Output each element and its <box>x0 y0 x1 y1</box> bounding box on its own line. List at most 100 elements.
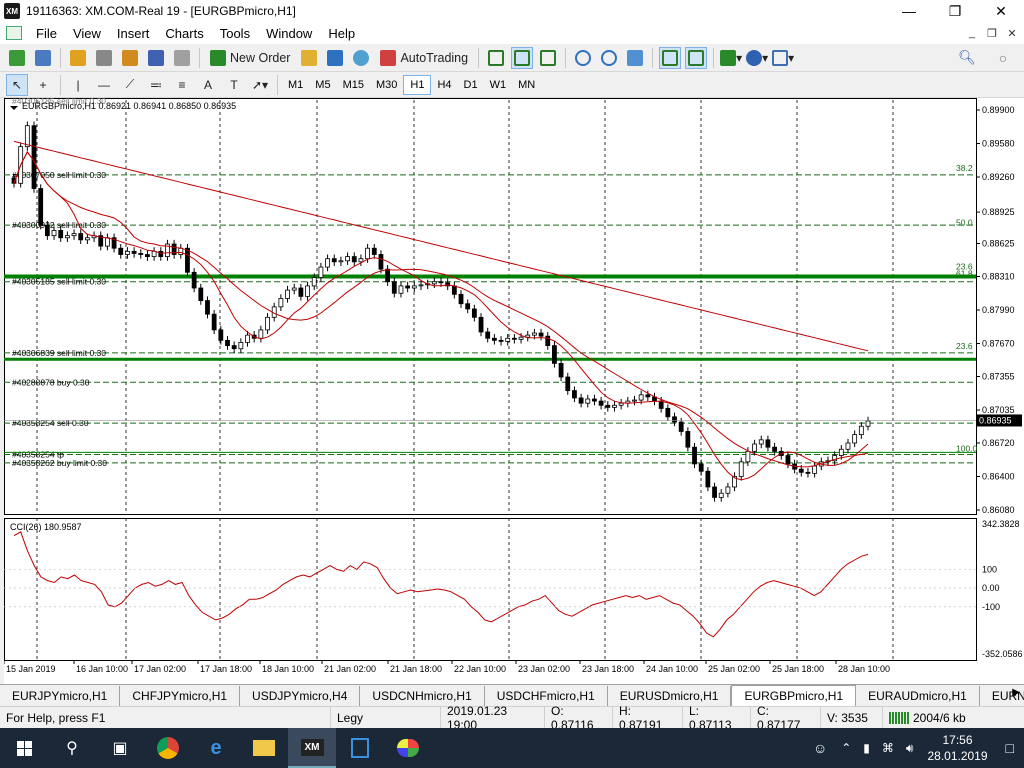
autoscroll-button[interactable] <box>659 46 682 69</box>
cursor-icon: ↖ <box>11 77 23 92</box>
new-order-button[interactable]: New Order <box>206 47 294 69</box>
trendline-button[interactable]: ⟋ <box>119 74 141 96</box>
navigator-button[interactable] <box>119 47 141 69</box>
notifications-icon[interactable]: □ <box>996 740 1024 756</box>
horizontal-line-button[interactable]: — <box>93 74 115 96</box>
terminal-button[interactable] <box>145 47 167 69</box>
chart-shift-button[interactable] <box>685 46 708 69</box>
timeframe-d1[interactable]: D1 <box>458 75 484 95</box>
bar-chart-button[interactable] <box>485 47 507 69</box>
maximize-button[interactable]: ❐ <box>932 0 978 22</box>
crosshair-icon <box>96 49 112 66</box>
metaeditor-button[interactable] <box>298 47 320 69</box>
tab-scroll-right-icon[interactable]: ▶ <box>1012 687 1020 698</box>
y-tick-label: 0.87670 <box>982 339 1015 349</box>
chevron-up-icon[interactable]: ⌃ <box>835 741 857 755</box>
tab-usdchf[interactable]: USDCHFmicro,H1 <box>485 685 608 706</box>
cursor-button[interactable]: ↖ <box>6 73 28 96</box>
close-button[interactable]: ✕ <box>978 0 1024 22</box>
timeframe-w1[interactable]: W1 <box>484 75 513 95</box>
new-chart-button[interactable] <box>6 47 28 69</box>
timeframe-m1[interactable]: M1 <box>282 75 309 95</box>
mdi-minimize-icon[interactable]: _ <box>964 26 980 40</box>
market-button[interactable] <box>350 47 372 69</box>
people-icon[interactable]: ☺ <box>805 740 835 756</box>
search-button[interactable]: 🔍︎ <box>956 47 978 69</box>
timeframe-h4[interactable]: H4 <box>431 75 457 95</box>
price-chart[interactable]: 0.89900 0.89580 0.89260 0.88925 0.88625 0.883… <box>3 96 1024 684</box>
crosshair-button[interactable]: + <box>32 74 54 96</box>
signals-button[interactable] <box>324 47 346 69</box>
indicators-button[interactable]: ▾ <box>720 47 742 69</box>
line-chart-button[interactable] <box>537 47 559 69</box>
timeframe-m5[interactable]: M5 <box>309 75 336 95</box>
tab-eurusd[interactable]: EURUSDmicro,H1 <box>608 685 732 706</box>
paint-icon <box>397 739 419 757</box>
x-tick-label: 25 Jan 02:00 <box>708 664 760 674</box>
mdi-controls: _ ❐ ✕ <box>964 22 1020 44</box>
vertical-line-button[interactable]: | <box>67 74 89 96</box>
menu-help[interactable]: Help <box>320 22 363 44</box>
tab-euraud[interactable]: EURAUDmicro,H1 <box>856 685 980 706</box>
xm-terminal-button[interactable]: XM <box>288 728 336 768</box>
data-window-button[interactable] <box>93 47 115 69</box>
templates-button[interactable]: ▾ <box>772 47 794 69</box>
menu-charts[interactable]: Charts <box>157 22 211 44</box>
zoom-out-button[interactable] <box>598 47 620 69</box>
profiles-button[interactable] <box>32 47 54 69</box>
candle-body <box>705 470 711 488</box>
start-button[interactable] <box>0 728 48 768</box>
timeframe-m15[interactable]: M15 <box>337 75 370 95</box>
candle-body <box>638 394 644 401</box>
app-button[interactable] <box>336 728 384 768</box>
tab-usdcnh[interactable]: USDCNHmicro,H1 <box>360 685 485 706</box>
minimize-button[interactable]: — <box>886 0 932 22</box>
fibonacci-button[interactable]: ≡ <box>171 74 193 96</box>
timeframe-h1[interactable]: H1 <box>403 74 432 95</box>
battery-icon[interactable]: ▮ <box>857 741 876 755</box>
menu-window[interactable]: Window <box>258 22 320 44</box>
text-button[interactable]: A <box>197 74 219 96</box>
mdi-restore-icon[interactable]: ❐ <box>984 26 1000 40</box>
menu-tools[interactable]: Tools <box>212 22 258 44</box>
tab-chfjpy[interactable]: CHFJPYmicro,H1 <box>120 685 241 706</box>
tile-windows-icon <box>627 49 644 66</box>
explorer-button[interactable] <box>240 728 288 768</box>
volume-icon[interactable]: 🔊︎ <box>900 741 920 756</box>
zoom-in-button[interactable] <box>572 47 594 69</box>
menu-insert[interactable]: Insert <box>109 22 158 44</box>
chart-window[interactable]: 0.89900 0.89580 0.89260 0.88925 0.88625 0.883… <box>3 96 1024 684</box>
candle-body <box>78 233 84 241</box>
timeframe-mn[interactable]: MN <box>512 75 541 95</box>
clock[interactable]: 17:56 28.01.2019 <box>919 732 995 764</box>
channel-button[interactable]: ≕ <box>145 74 167 96</box>
periods-button[interactable]: ▾ <box>746 47 768 69</box>
tile-windows-button[interactable] <box>624 47 646 69</box>
text-icon: A <box>203 77 212 92</box>
mdi-close-icon[interactable]: ✕ <box>1004 26 1020 40</box>
chrome-button[interactable] <box>144 728 192 768</box>
network-icon[interactable]: ⌘ <box>876 741 900 755</box>
market-watch-button[interactable] <box>67 47 89 69</box>
y-tick-label: 0.88625 <box>982 239 1015 249</box>
text-label-button[interactable]: T <box>223 74 245 96</box>
tester-button[interactable] <box>171 47 193 69</box>
menu-file[interactable]: File <box>28 22 65 44</box>
toolbar-separator <box>60 74 61 95</box>
fib-level-label: 38.2 <box>956 163 973 173</box>
tab-usdjpy[interactable]: USDJPYmicro,H4 <box>240 685 361 706</box>
candle-body <box>258 329 264 339</box>
task-view-button[interactable]: ▣ <box>96 728 144 768</box>
auto-trading-button[interactable]: AutoTrading <box>376 47 472 69</box>
signals-icon <box>327 49 344 66</box>
arrows-button[interactable]: ➚▾ <box>249 74 271 96</box>
line-chart-icon <box>540 49 557 66</box>
chat-button[interactable]: ○ <box>992 47 1014 69</box>
edge-button[interactable]: e <box>192 728 240 768</box>
timeframe-m30[interactable]: M30 <box>370 75 403 95</box>
tab-eurjpy[interactable]: EURJPYmicro,H1 <box>0 685 121 706</box>
search-taskbar-button[interactable]: ⚲ <box>48 728 96 768</box>
paint-button[interactable] <box>384 728 432 768</box>
menu-view[interactable]: View <box>65 22 109 44</box>
candlesticks-button[interactable] <box>511 46 534 69</box>
